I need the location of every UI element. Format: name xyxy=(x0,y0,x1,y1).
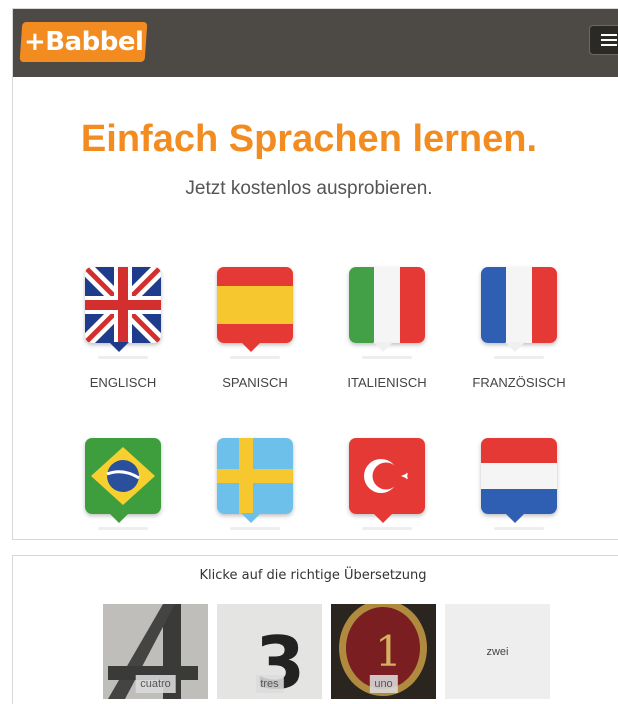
option-label: zwei xyxy=(486,645,509,658)
logo-text: +Babbel xyxy=(23,27,144,57)
svg-text:1: 1 xyxy=(375,627,402,676)
language-option-portuguese[interactable] xyxy=(68,438,178,530)
translation-quiz-card: Klicke auf die richtige Übersetzung cuat… xyxy=(12,555,618,704)
quiz-option-tres[interactable]: 3 tres xyxy=(217,604,322,699)
sweden-flag-icon xyxy=(217,438,293,514)
italy-flag-icon xyxy=(349,267,425,343)
hamburger-menu-icon[interactable] xyxy=(589,25,618,55)
language-option-dutch[interactable] xyxy=(464,438,574,530)
option-label: tres xyxy=(255,675,284,693)
page-title: Einfach Sprachen lernen. xyxy=(80,118,538,160)
option-label: uno xyxy=(369,675,398,693)
babbel-logo[interactable]: +Babbel xyxy=(19,22,148,62)
language-label: SPANISCH xyxy=(222,375,288,390)
page: +Babbel Einfach Sprachen lernen. Jetzt k… xyxy=(0,0,618,704)
quiz-option-zwei[interactable]: zwei xyxy=(445,604,550,699)
language-option-spanish[interactable]: SPANISCH xyxy=(200,267,310,390)
netherlands-flag-icon xyxy=(481,438,557,514)
quiz-option-cuatro[interactable]: cuatro xyxy=(103,604,208,699)
quiz-option-uno[interactable]: 1 uno xyxy=(331,604,436,699)
language-label: ITALIENISCH xyxy=(347,375,427,390)
brazil-flag-icon xyxy=(85,438,161,514)
language-option-swedish[interactable] xyxy=(200,438,310,530)
option-label: cuatro xyxy=(135,675,176,693)
language-label: FRANZÖSISCH xyxy=(472,375,566,390)
uk-flag-icon xyxy=(85,267,161,343)
language-option-english[interactable]: ENGLISCH xyxy=(68,267,178,390)
quiz-instruction: Klicke auf die richtige Übersetzung xyxy=(199,568,427,583)
language-label: ENGLISCH xyxy=(89,375,157,390)
turkey-flag-icon xyxy=(349,438,425,514)
spain-flag-icon xyxy=(217,267,293,343)
language-option-french[interactable]: FRANZÖSISCH xyxy=(464,267,574,390)
top-navigation-bar: +Babbel xyxy=(13,9,618,77)
france-flag-icon xyxy=(481,267,557,343)
page-subtitle: Jetzt kostenlos ausprobieren. xyxy=(185,178,433,199)
language-option-turkish[interactable] xyxy=(332,438,442,530)
language-option-italian[interactable]: ITALIENISCH xyxy=(332,267,442,390)
